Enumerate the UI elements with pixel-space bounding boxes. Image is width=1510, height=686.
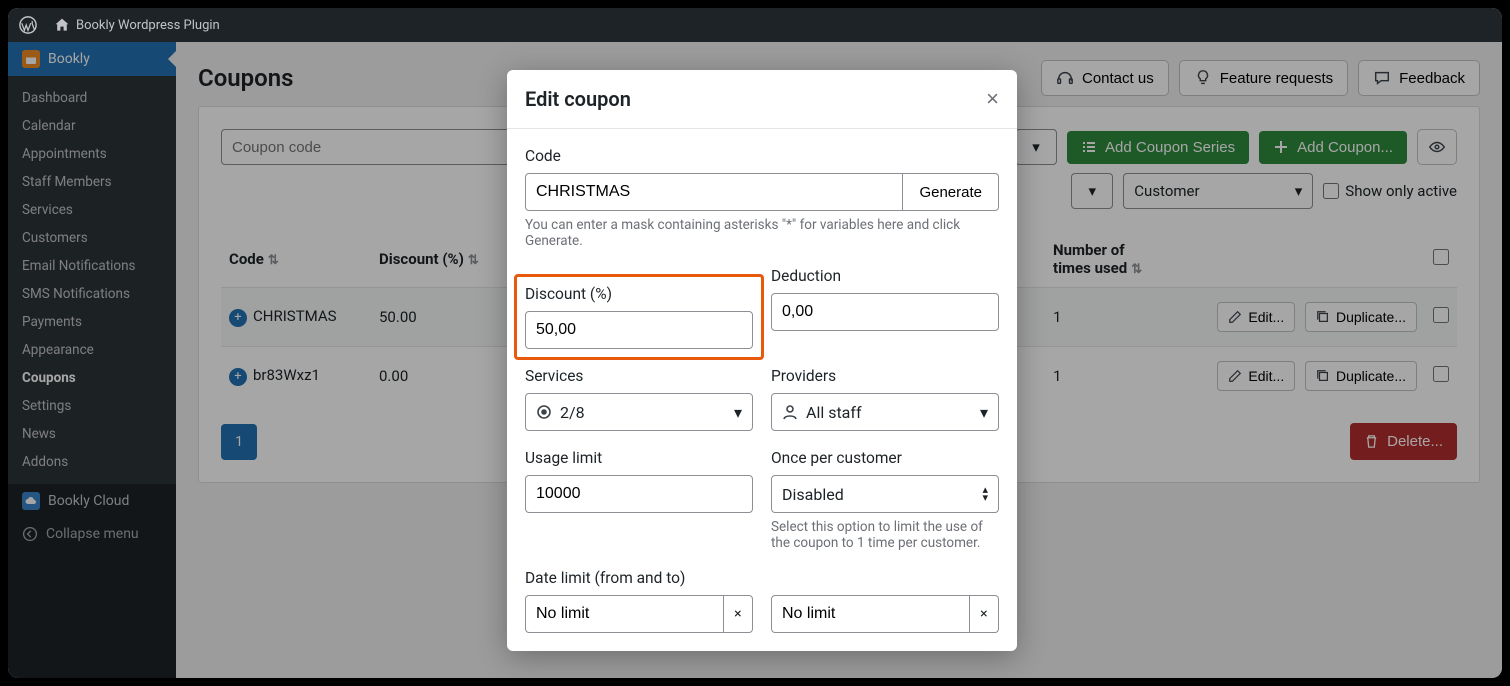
close-icon: × xyxy=(986,86,999,111)
updown-icon: ▴▾ xyxy=(982,486,988,502)
wp-adminbar: Bookly Wordpress Plugin xyxy=(8,8,1502,42)
user-icon xyxy=(782,404,798,420)
providers-label: Providers xyxy=(771,367,999,385)
code-hint: You can enter a mask containing asterisk… xyxy=(525,217,999,249)
once-label: Once per customer xyxy=(771,449,999,467)
providers-value: All staff xyxy=(806,403,862,422)
modal-close-button[interactable]: × xyxy=(986,86,999,112)
services-label: Services xyxy=(525,367,753,385)
once-per-customer-select[interactable]: Disabled ▴▾ xyxy=(771,475,999,513)
modal-title: Edit coupon xyxy=(525,87,631,111)
edit-coupon-modal: Edit coupon × Code Generate You can ente… xyxy=(507,70,1017,651)
services-value: 2/8 xyxy=(560,403,585,422)
close-icon: × xyxy=(980,606,987,622)
site-name: Bookly Wordpress Plugin xyxy=(76,18,220,33)
date-from-input[interactable] xyxy=(525,595,724,633)
date-to-clear-button[interactable]: × xyxy=(970,595,999,633)
usage-limit-input[interactable] xyxy=(525,475,753,513)
code-label: Code xyxy=(525,147,999,165)
providers-dropdown[interactable]: All staff ▾ xyxy=(771,393,999,431)
usage-label: Usage limit xyxy=(525,449,753,467)
deduction-label: Deduction xyxy=(771,267,999,285)
once-value: Disabled xyxy=(782,485,844,504)
home-icon xyxy=(54,17,70,33)
wordpress-logo-icon[interactable] xyxy=(18,15,38,35)
once-hint: Select this option to limit the use of t… xyxy=(771,519,999,551)
services-dropdown[interactable]: 2/8 ▾ xyxy=(525,393,753,431)
close-icon: × xyxy=(734,606,741,622)
caret-down-icon: ▾ xyxy=(980,403,988,422)
discount-label: Discount (%) xyxy=(525,285,753,303)
date-from-clear-button[interactable]: × xyxy=(724,595,753,633)
site-link[interactable]: Bookly Wordpress Plugin xyxy=(54,17,220,33)
discount-highlight: Discount (%) xyxy=(514,274,764,360)
caret-down-icon: ▾ xyxy=(734,403,742,422)
deduction-input[interactable] xyxy=(771,293,999,331)
date-limit-label: Date limit (from and to) xyxy=(525,569,999,587)
generate-button[interactable]: Generate xyxy=(903,173,999,211)
code-input[interactable] xyxy=(525,173,903,211)
target-icon xyxy=(536,404,552,420)
date-to-input[interactable] xyxy=(771,595,970,633)
discount-input[interactable] xyxy=(525,311,753,349)
